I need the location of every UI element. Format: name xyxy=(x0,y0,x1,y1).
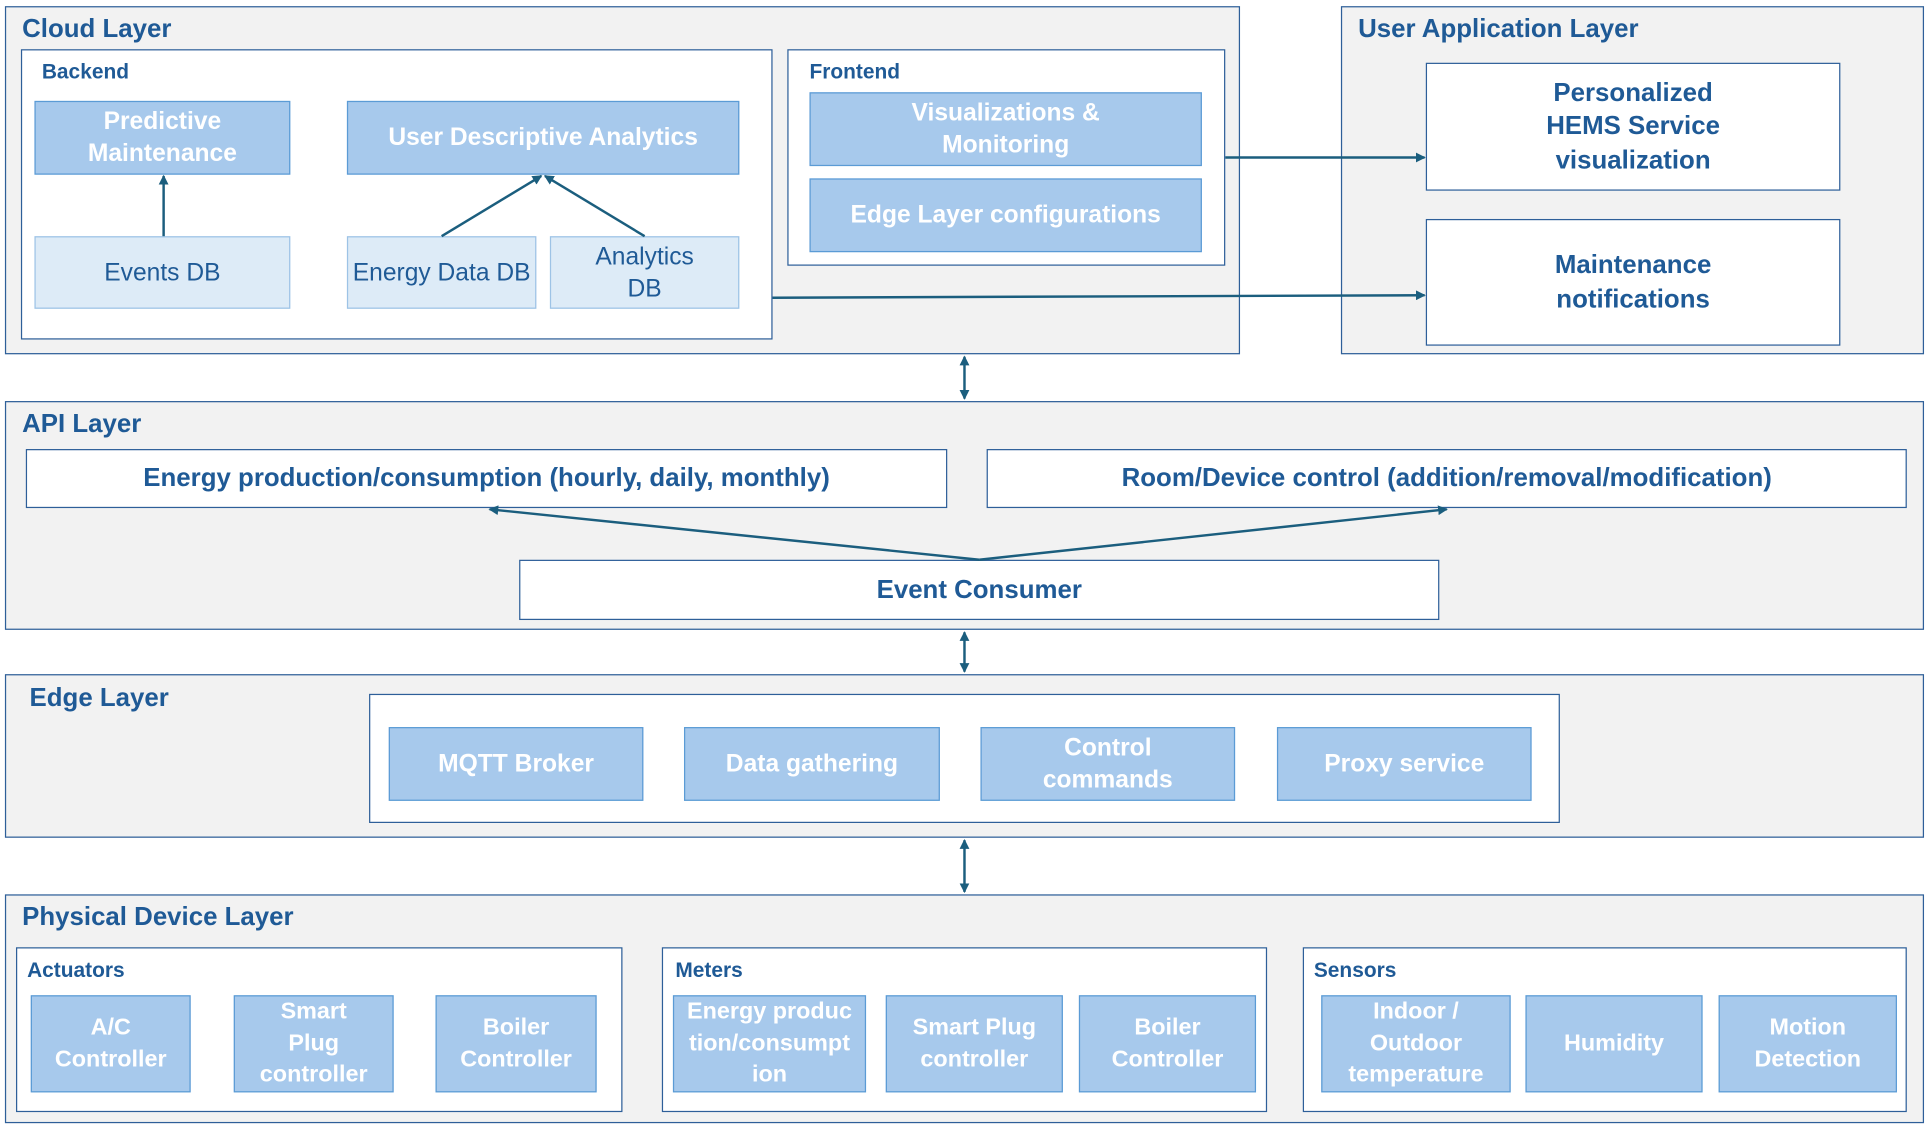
arrow-consumer-to-room xyxy=(979,505,1448,561)
arrow-energydb-to-analytics xyxy=(441,174,543,238)
architecture-diagram: Cloud Layer Backend Predictive Maintenan… xyxy=(0,0,1929,1127)
arrow-backend-to-maintenance xyxy=(772,290,1426,301)
arrow-analyticsdb-to-analytics xyxy=(543,174,646,238)
connector-arrows xyxy=(158,152,1448,894)
arrow-consumer-to-energy xyxy=(488,505,980,561)
